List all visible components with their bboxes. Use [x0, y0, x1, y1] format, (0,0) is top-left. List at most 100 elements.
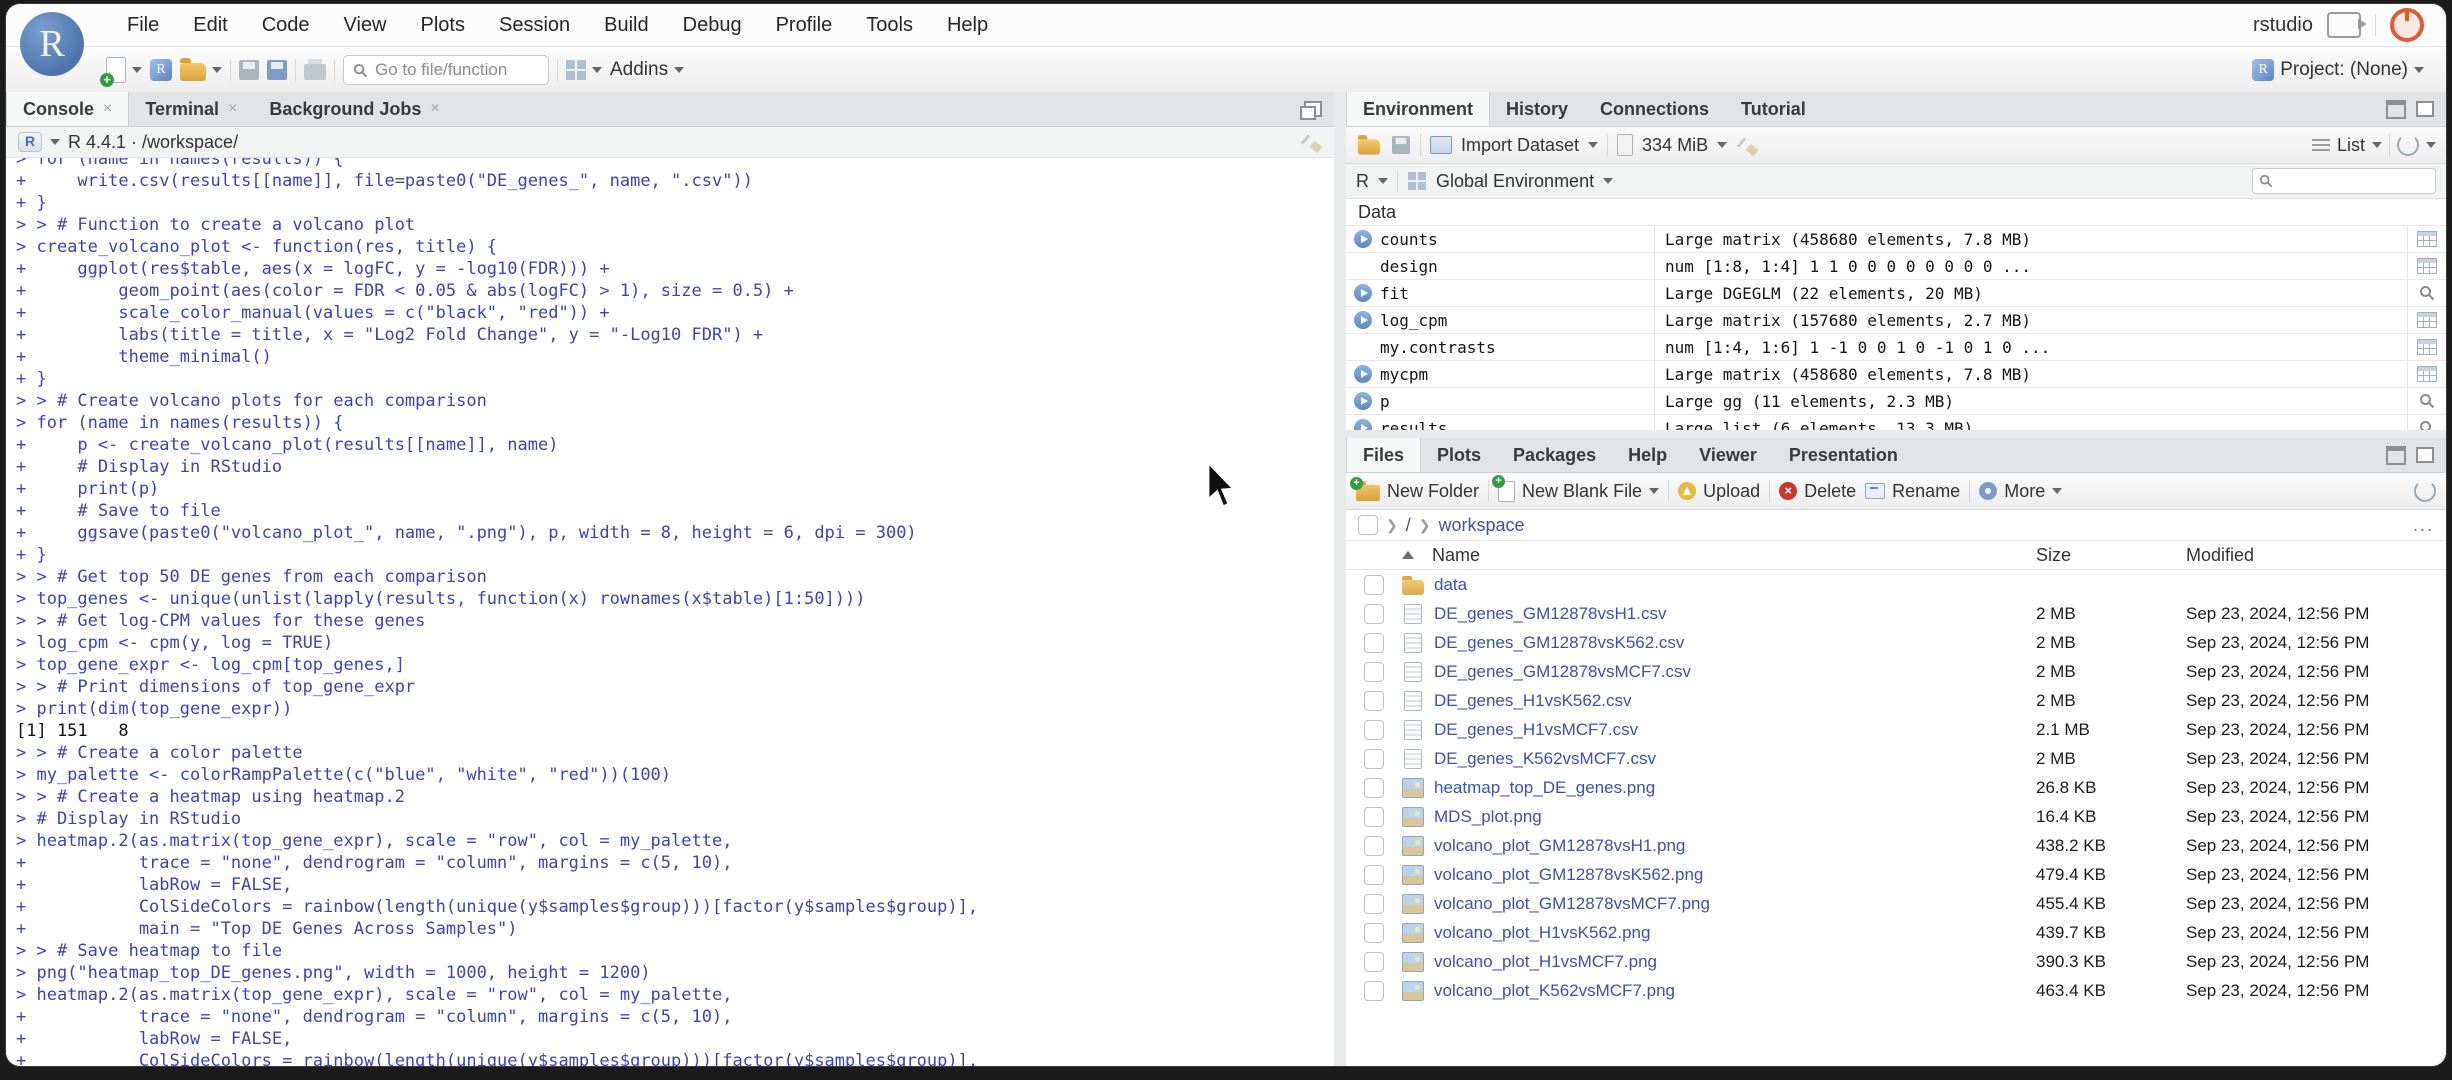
files-tab[interactable]: Help [1612, 438, 1683, 472]
sign-out-icon[interactable] [2327, 12, 2367, 38]
delete-button[interactable]: × Delete [1779, 481, 1856, 502]
file-row[interactable]: DE_genes_GM12878vsMCF7.csv 2 MB Sep 23, … [1346, 657, 2446, 686]
file-name-link[interactable]: volcano_plot_H1vsK562.png [1434, 923, 1650, 943]
refresh-icon[interactable] [2397, 134, 2419, 156]
refresh-icon[interactable] [2414, 480, 2436, 502]
file-checkbox[interactable] [1364, 603, 1384, 624]
file-checkbox[interactable] [1364, 690, 1384, 711]
file-checkbox[interactable] [1364, 777, 1384, 798]
files-tab[interactable]: Presentation [1773, 438, 1914, 472]
environment-tab[interactable]: Connections [1584, 92, 1725, 126]
new-folder-button[interactable]: + New Folder [1350, 476, 1479, 502]
breadcrumb-root[interactable]: / [1406, 515, 1411, 536]
file-checkbox[interactable] [1364, 951, 1384, 972]
file-name-link[interactable]: DE_genes_H1vsK562.csv [1434, 691, 1632, 711]
expand-arrow-icon[interactable] [1354, 230, 1372, 248]
new-file-button[interactable]: + [100, 57, 142, 87]
files-tab[interactable]: Plots [1421, 438, 1497, 472]
file-checkbox[interactable] [1364, 632, 1384, 653]
file-checkbox[interactable] [1364, 922, 1384, 943]
environment-variable-row[interactable]: counts Large matrix (458680 elements, 7.… [1346, 225, 2446, 252]
file-name-link[interactable]: volcano_plot_GM12878vsH1.png [1434, 836, 1685, 856]
variable-action[interactable] [2407, 334, 2446, 360]
list-view-label[interactable]: List [2337, 135, 2365, 156]
expand-arrow-icon[interactable] [1354, 365, 1372, 383]
file-row[interactable]: DE_genes_GM12878vsK562.csv 2 MB Sep 23, … [1346, 628, 2446, 657]
file-checkbox[interactable] [1364, 748, 1384, 769]
console-tab[interactable]: Background Jobs × [253, 92, 455, 126]
file-name-link[interactable]: volcano_plot_GM12878vsK562.png [1434, 865, 1703, 885]
more-button[interactable]: More [1979, 481, 2063, 502]
power-icon[interactable] [2390, 8, 2424, 42]
file-checkbox[interactable] [1364, 806, 1384, 827]
file-name-link[interactable]: DE_genes_GM12878vsK562.csv [1434, 633, 1684, 653]
environment-tab[interactable]: Tutorial [1725, 92, 1822, 126]
file-name-link[interactable]: volcano_plot_K562vsMCF7.png [1434, 981, 1675, 1001]
menu-item[interactable]: Edit [176, 14, 244, 37]
environment-variable-row[interactable]: p Large gg (11 elements, 2.3 MB) [1346, 387, 2446, 414]
variable-action[interactable] [2407, 226, 2446, 252]
expand-arrow-icon[interactable] [1354, 392, 1372, 410]
pane-splitter-vertical[interactable] [1334, 92, 1346, 1066]
variable-action[interactable] [2407, 388, 2446, 414]
save-icon[interactable] [239, 60, 259, 80]
file-name-link[interactable]: heatmap_top_DE_genes.png [1434, 778, 1655, 798]
menu-item[interactable]: View [327, 14, 404, 37]
menu-item[interactable]: Help [930, 14, 1005, 37]
print-icon[interactable] [304, 59, 326, 80]
variable-action[interactable] [2407, 253, 2446, 279]
environment-variable-row[interactable]: fit Large DGEGLM (22 elements, 20 MB) [1346, 279, 2446, 306]
file-row[interactable]: volcano_plot_H1vsMCF7.png 390.3 KB Sep 2… [1346, 947, 2446, 976]
menu-item[interactable]: Code [245, 14, 327, 37]
files-tab[interactable]: Viewer [1683, 438, 1773, 472]
file-row[interactable]: DE_genes_H1vsMCF7.csv 2.1 MB Sep 23, 202… [1346, 715, 2446, 744]
file-row[interactable]: volcano_plot_H1vsK562.png 439.7 KB Sep 2… [1346, 918, 2446, 947]
select-all-checkbox[interactable] [1358, 515, 1378, 535]
environment-tab[interactable]: History [1490, 92, 1584, 126]
rename-button[interactable]: Rename [1865, 481, 1960, 502]
close-icon[interactable]: × [228, 100, 237, 118]
file-row[interactable]: volcano_plot_GM12878vsMCF7.png 455.4 KB … [1346, 889, 2446, 918]
menu-item[interactable]: Plots [404, 14, 482, 37]
file-checkbox[interactable] [1364, 893, 1384, 914]
file-row[interactable]: MDS_plot.png 16.4 KB Sep 23, 2024, 12:56… [1346, 802, 2446, 831]
menu-item[interactable]: Build [587, 14, 665, 37]
file-row[interactable]: data [1346, 570, 2446, 599]
environment-variable-row[interactable]: my.contrasts num [1:4, 1:6] 1 -1 0 0 1 0… [1346, 333, 2446, 360]
file-checkbox[interactable] [1364, 980, 1384, 1001]
language-selector[interactable]: R [1356, 171, 1369, 192]
console-tab[interactable]: Terminal × [129, 92, 253, 126]
maximize-pane-icon[interactable] [1300, 101, 1322, 120]
save-workspace-icon[interactable] [1392, 136, 1410, 154]
environment-search-input[interactable] [2252, 168, 2436, 194]
environment-variable-row[interactable]: log_cpm Large matrix (157680 elements, 2… [1346, 306, 2446, 333]
expand-arrow-icon[interactable] [1354, 284, 1372, 302]
close-icon[interactable]: × [430, 100, 439, 118]
file-row[interactable]: DE_genes_H1vsK562.csv 2 MB Sep 23, 2024,… [1346, 686, 2446, 715]
menu-item[interactable]: Debug [666, 14, 759, 37]
file-row[interactable]: volcano_plot_GM12878vsH1.png 438.2 KB Se… [1346, 831, 2446, 860]
file-row[interactable]: volcano_plot_K562vsMCF7.png 463.4 KB Sep… [1346, 976, 2446, 1005]
file-name-link[interactable]: DE_genes_GM12878vsH1.csv [1434, 604, 1666, 624]
file-row[interactable]: DE_genes_GM12878vsH1.csv 2 MB Sep 23, 20… [1346, 599, 2446, 628]
file-name-link[interactable]: volcano_plot_GM12878vsMCF7.png [1434, 894, 1710, 914]
clear-console-icon[interactable] [1302, 132, 1322, 152]
console-tab[interactable]: Console × [6, 92, 130, 126]
breadcrumb-more-button[interactable]: ... [2413, 515, 2434, 536]
maximize-pane-icon[interactable] [2416, 447, 2434, 463]
environment-variable-row[interactable]: design num [1:8, 1:4] 1 1 0 0 0 0 0 0 0 … [1346, 252, 2446, 279]
modified-column-header[interactable]: Modified [2186, 545, 2446, 566]
file-name-link[interactable]: data [1434, 575, 1467, 595]
breadcrumb-folder[interactable]: workspace [1438, 515, 1524, 536]
environment-variable-row[interactable]: mycpm Large matrix (458680 elements, 7.8… [1346, 360, 2446, 387]
import-dataset-button[interactable]: Import Dataset [1461, 135, 1579, 156]
files-tab[interactable]: Packages [1497, 438, 1612, 472]
memory-usage-label[interactable]: 334 MiB [1642, 135, 1708, 156]
save-all-icon[interactable] [267, 60, 287, 80]
menu-item[interactable]: Session [482, 14, 587, 37]
expand-arrow-icon[interactable] [1354, 419, 1372, 430]
file-name-link[interactable]: DE_genes_K562vsMCF7.csv [1434, 749, 1656, 769]
file-name-link[interactable]: DE_genes_H1vsMCF7.csv [1434, 720, 1638, 740]
file-name-link[interactable]: volcano_plot_H1vsMCF7.png [1434, 952, 1657, 972]
minimize-pane-icon[interactable] [2386, 445, 2406, 465]
